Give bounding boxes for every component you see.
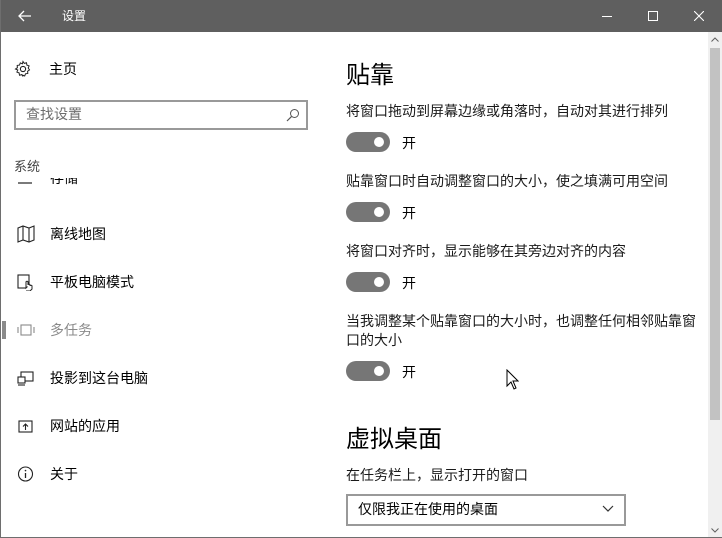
toggle-state-label: 开 (402, 365, 416, 381)
scroll-thumb[interactable] (710, 48, 720, 420)
setting-description: 贴靠窗口时自动调整窗口的大小，使之填满可用空间 (346, 174, 668, 190)
sidebar-item-offline-maps[interactable]: 离线地图 (2, 214, 320, 254)
minimize-button[interactable] (584, 0, 630, 32)
maximize-button[interactable] (630, 0, 676, 32)
nav-group-label: 系统 (14, 160, 41, 175)
chevron-down-icon (602, 505, 614, 512)
scroll-down-arrow-icon (711, 527, 719, 533)
snap-heading: 贴靠 (346, 61, 394, 89)
back-arrow-icon (18, 10, 31, 22)
tablet-mode-icon (17, 274, 33, 291)
project-icon (17, 371, 34, 386)
multitasking-icon (17, 324, 35, 336)
title-bar: 设置 (1, 0, 722, 32)
snap-resize-adjacent-toggle[interactable] (346, 361, 390, 381)
minimize-icon (602, 16, 612, 17)
virtual-desktops-heading: 虚拟桌面 (346, 425, 442, 453)
maximize-icon (648, 11, 658, 21)
snap-assist-toggle[interactable] (346, 272, 390, 292)
sidebar-item-tablet-mode[interactable]: 平板电脑模式 (2, 262, 320, 302)
scroll-up-button[interactable] (708, 32, 722, 46)
mouse-cursor-icon (506, 369, 519, 390)
select-value: 仅限我正在使用的桌面 (358, 502, 498, 518)
search-box[interactable]: 查找设置 (14, 100, 308, 130)
storage-icon (18, 182, 32, 184)
search-placeholder: 查找设置 (26, 107, 82, 123)
sidebar-item-label: 关于 (50, 467, 78, 483)
window-title: 设置 (62, 9, 87, 23)
sidebar-item-label: 平板电脑模式 (50, 275, 134, 291)
settings-content: 贴靠 将窗口拖动到屏幕边缘或角落时，自动对其进行排列 开 贴靠窗口时自动调整窗口… (321, 32, 708, 537)
setting-description: 当我调整某个贴靠窗口的大小时，也调整任何相邻贴靠窗口的大小 (346, 314, 696, 349)
home-link[interactable]: 主页 (14, 58, 77, 80)
sidebar-item-label: 多任务 (50, 323, 92, 339)
toggle-state-label: 开 (402, 276, 416, 292)
apps-for-websites-icon (18, 420, 33, 433)
info-icon (17, 466, 34, 482)
scroll-down-button[interactable] (708, 523, 722, 537)
sidebar-item-project-to-pc[interactable]: 投影到这台电脑 (2, 358, 320, 398)
toggle-knob (374, 207, 384, 217)
sidebar-item-about[interactable]: 关于 (2, 454, 320, 494)
sidebar-item-label: 投影到这台电脑 (50, 371, 148, 387)
back-button[interactable] (1, 0, 49, 32)
close-button[interactable] (676, 0, 722, 32)
selection-indicator (2, 321, 6, 339)
snap-fill-space-toggle[interactable] (346, 202, 390, 222)
search-icon (286, 109, 299, 122)
toggle-state-label: 开 (402, 206, 416, 222)
sidebar-item-label: 网站的应用 (50, 419, 120, 435)
taskbar-desktop-select[interactable]: 仅限我正在使用的桌面 (346, 494, 626, 526)
taskbar-windows-label: 在任务栏上，显示打开的窗口 (346, 468, 528, 484)
gear-icon (14, 60, 31, 77)
sidebar-item-label: 离线地图 (50, 227, 106, 243)
toggle-knob (374, 277, 384, 287)
home-label: 主页 (49, 62, 77, 78)
toggle-knob (374, 137, 384, 147)
sidebar-item-label: 存储 (50, 178, 78, 187)
map-icon (17, 225, 35, 243)
sidebar-item-multitasking[interactable]: 多任务 (2, 310, 320, 350)
navigation-pane: 主页 查找设置 系统 存储 离线地图 平板电脑模式 多任务 投影到这台电脑 网站… (2, 32, 320, 537)
toggle-state-label: 开 (402, 136, 416, 152)
snap-arrange-toggle[interactable] (346, 132, 390, 152)
setting-description: 将窗口对齐时，显示能够在其旁边对齐的内容 (346, 244, 626, 260)
sidebar-item-storage[interactable]: 存储 (2, 178, 320, 196)
setting-description: 将窗口拖动到屏幕边缘或角落时，自动对其进行排列 (346, 104, 668, 120)
scroll-up-arrow-icon (711, 36, 719, 42)
sidebar-item-apps-for-websites[interactable]: 网站的应用 (2, 406, 320, 446)
close-icon (694, 11, 704, 21)
toggle-knob (374, 366, 384, 376)
settings-window: 设置 主页 查找设置 系统 存储 离线地图 平板电脑模式 多任务 投影到这台电脑… (0, 0, 722, 538)
vertical-scrollbar[interactable] (708, 32, 722, 537)
